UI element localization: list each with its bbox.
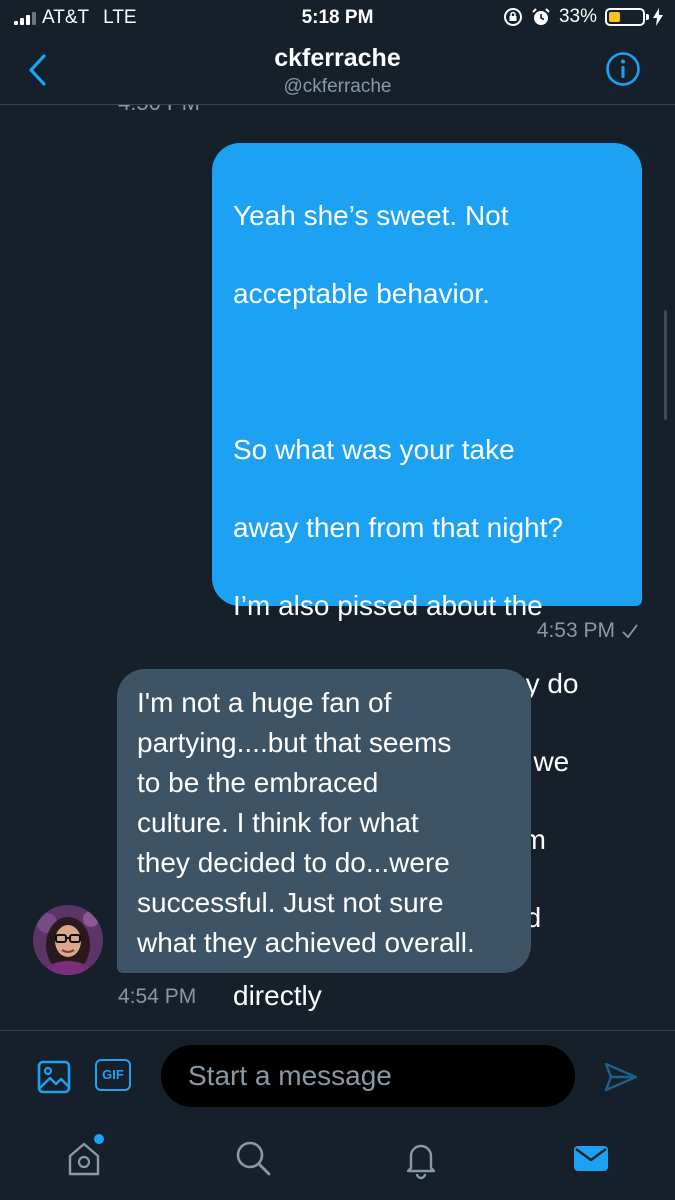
message-input[interactable]: Start a message	[161, 1045, 575, 1107]
lock-rotation-icon	[503, 8, 522, 26]
message-line: away then from that night?	[233, 512, 563, 543]
notification-dot	[94, 1134, 104, 1144]
info-icon[interactable]	[605, 51, 641, 87]
message-line: culture. I think for what	[137, 807, 419, 838]
sent-timestamp-row: 4:53 PM	[537, 619, 639, 643]
tab-search[interactable]	[231, 1136, 275, 1180]
alarm-icon	[532, 8, 550, 25]
gif-button[interactable]: GIF	[95, 1059, 131, 1091]
received-timestamp: 4:54 PM	[118, 985, 197, 1008]
sent-message-bubble[interactable]: Yeah she’s sweet. Not acceptable behavio…	[212, 143, 642, 1011]
received-message-bubble[interactable]: I'm not a huge fan of partying....but th…	[117, 669, 531, 973]
message-line: So what was your take	[233, 434, 515, 465]
conversation-title[interactable]: ckferrache	[0, 44, 675, 73]
message-line: I'm not a huge fan of	[137, 687, 392, 718]
message-line: Yeah she’s sweet. Not	[233, 200, 509, 231]
search-icon	[236, 1141, 271, 1176]
tab-bar	[0, 1120, 675, 1200]
scroll-indicator[interactable]	[664, 310, 667, 420]
send-icon[interactable]	[603, 1059, 639, 1095]
tab-messages[interactable]	[569, 1136, 613, 1180]
tab-home[interactable]	[62, 1134, 106, 1180]
bell-icon	[406, 1144, 436, 1180]
mail-icon	[574, 1146, 608, 1171]
tab-notifications[interactable]	[399, 1136, 443, 1180]
sent-timestamp: 4:53 PM	[536, 619, 615, 642]
message-line	[233, 352, 622, 391]
message-line: what they achieved overall.	[137, 927, 475, 958]
status-icons: 33%	[503, 6, 663, 28]
conversation-handle: @ckferrache	[283, 76, 392, 97]
message-line: successful. Just not sure	[137, 887, 444, 918]
message-line: to be the embraced	[137, 767, 379, 798]
avatar[interactable]	[33, 905, 103, 975]
checkmark-icon	[622, 624, 638, 639]
conversation-header: ckferrache @ckferrache	[0, 36, 675, 105]
message-line: partying....but that seems	[137, 727, 452, 758]
charging-icon	[653, 8, 663, 26]
message-line: they decided to do...were	[137, 847, 450, 878]
status-bar: AT&T LTE 5:18 PM 33%	[0, 0, 675, 36]
message-composer: GIF Start a message	[0, 1030, 675, 1120]
battery-icon	[605, 8, 649, 26]
message-line: acceptable behavior.	[233, 278, 490, 309]
message-line: directly	[233, 980, 322, 1011]
avatar-image	[33, 905, 103, 975]
image-icon[interactable]	[36, 1059, 72, 1095]
battery-percent: 33%	[558, 6, 597, 27]
